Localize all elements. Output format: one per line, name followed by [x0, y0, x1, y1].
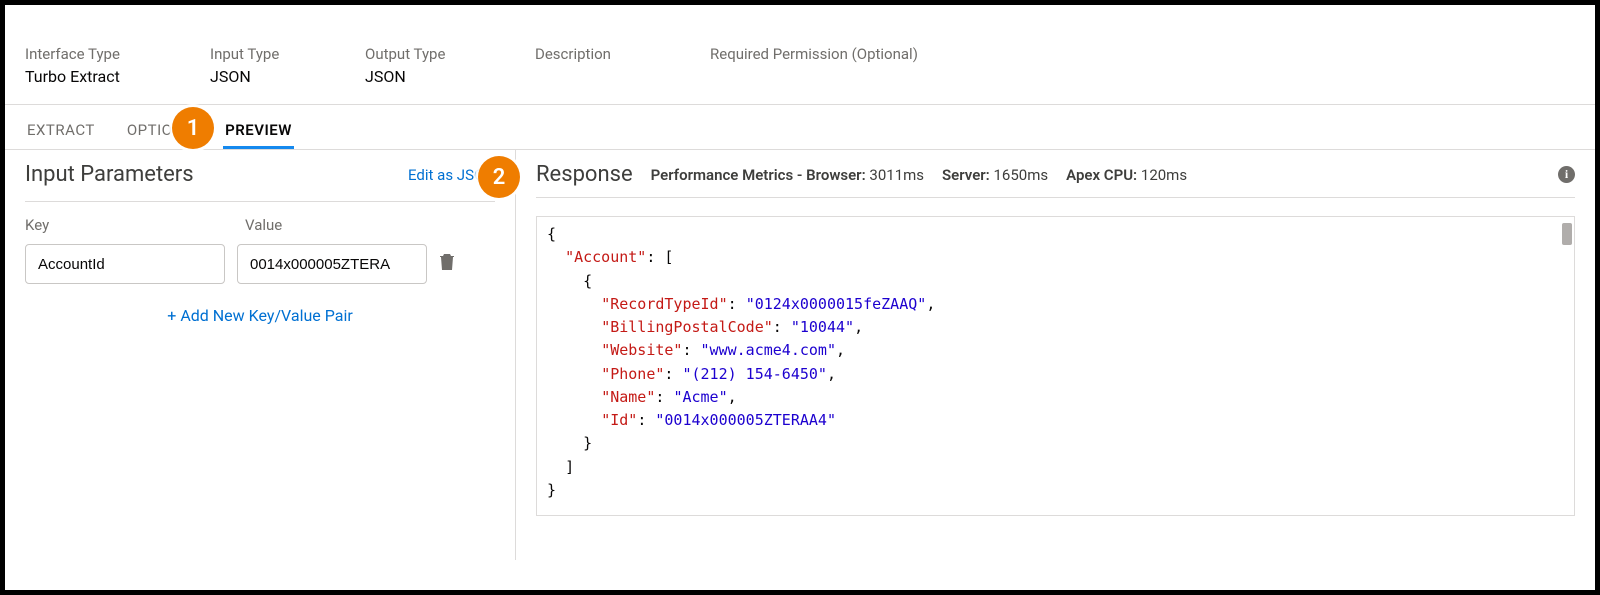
field-value: JSON: [210, 67, 365, 86]
field-required-permission: Required Permission (Optional): [710, 45, 970, 86]
kv-key-input[interactable]: [25, 244, 225, 284]
plus-icon: +: [167, 306, 176, 325]
scrollbar-thumb[interactable]: [1562, 223, 1572, 245]
metrics-apex-label: Apex CPU:: [1066, 166, 1137, 184]
trash-icon[interactable]: [439, 253, 455, 276]
field-output-type: Output Type JSON: [365, 45, 535, 86]
field-label: Interface Type: [25, 45, 210, 63]
metrics-apex-value: 120ms: [1141, 166, 1187, 184]
field-value: JSON: [365, 67, 535, 86]
tabs-bar: EXTRACT OPTIONS PREVIEW 1: [5, 105, 1595, 150]
field-input-type: Input Type JSON: [210, 45, 365, 86]
field-value: Turbo Extract: [25, 67, 210, 86]
add-pair-label: Add New Key/Value Pair: [180, 306, 352, 325]
kv-header-value: Value: [245, 216, 465, 234]
input-parameters-header: Input Parameters Edit as JSON: [25, 162, 495, 202]
field-description: Description: [535, 45, 710, 86]
field-label: Output Type: [365, 45, 535, 63]
performance-metrics: Performance Metrics - Browser: 3011ms Se…: [651, 166, 1187, 184]
tab-extract[interactable]: EXTRACT: [25, 109, 97, 149]
field-interface-type: Interface Type Turbo Extract: [25, 45, 210, 86]
response-pane: Response Performance Metrics - Browser: …: [515, 150, 1595, 560]
info-icon[interactable]: i: [1558, 166, 1575, 183]
metrics-browser-label: Browser:: [806, 166, 866, 184]
kv-row: [25, 240, 495, 288]
kv-header-key: Key: [25, 216, 245, 234]
response-title: Response: [536, 162, 633, 187]
metrics-browser-value: 3011ms: [869, 166, 924, 184]
callout-badge-1: 1: [172, 107, 214, 149]
metrics-server-value: 1650ms: [994, 166, 1049, 184]
panes: Input Parameters Edit as JSON Key Value …: [5, 150, 1595, 560]
response-json-box[interactable]: { "Account": [ { "RecordTypeId": "0124x0…: [536, 216, 1575, 516]
metrics-prefix: Performance Metrics -: [651, 166, 806, 184]
add-kv-pair-button[interactable]: +Add New Key/Value Pair: [25, 288, 495, 325]
tab-preview[interactable]: PREVIEW: [223, 109, 294, 149]
kv-value-input[interactable]: [237, 244, 427, 284]
input-parameters-pane: Input Parameters Edit as JSON Key Value …: [5, 150, 515, 560]
app-frame: Interface Type Turbo Extract Input Type …: [0, 0, 1600, 595]
field-label: Input Type: [210, 45, 365, 63]
callout-badge-2: 2: [478, 156, 520, 198]
field-label: Description: [535, 45, 710, 63]
response-header: Response Performance Metrics - Browser: …: [536, 162, 1575, 198]
detail-row: Interface Type Turbo Extract Input Type …: [5, 45, 1595, 105]
input-parameters-title: Input Parameters: [25, 162, 194, 187]
metrics-server-label: Server:: [942, 166, 990, 184]
field-label: Required Permission (Optional): [710, 45, 970, 63]
kv-column-headers: Key Value: [25, 202, 495, 240]
response-json-content: { "Account": [ { "RecordTypeId": "0124x0…: [537, 217, 1574, 508]
